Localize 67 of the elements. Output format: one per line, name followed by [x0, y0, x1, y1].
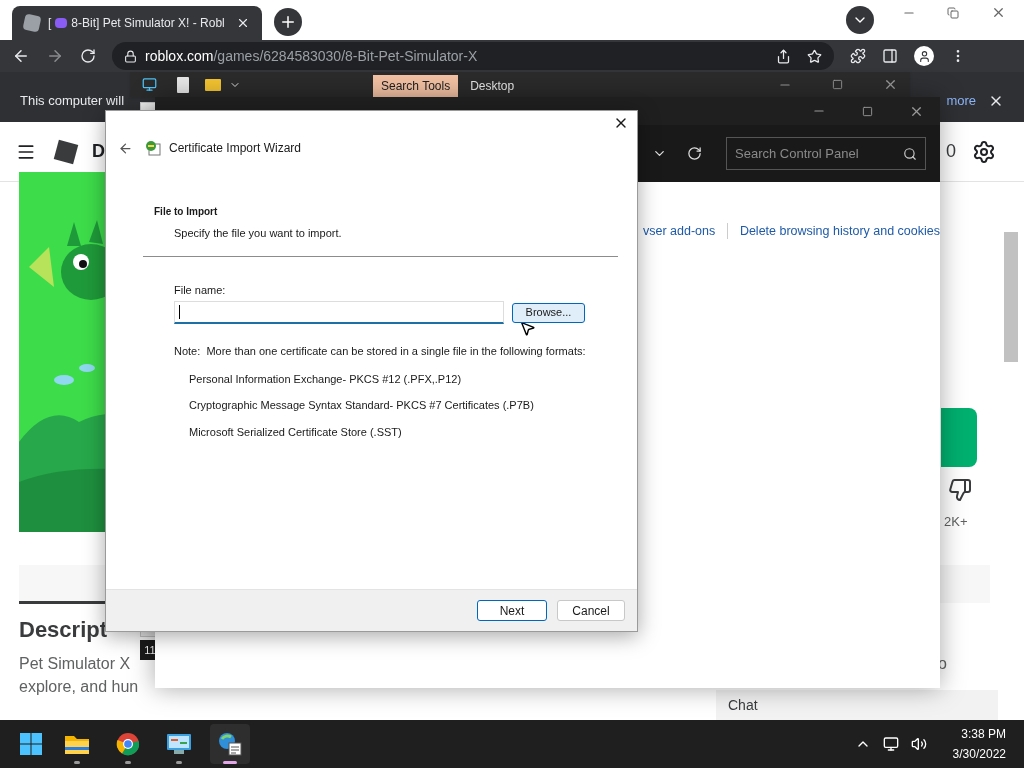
bookmark-icon[interactable]: [807, 48, 822, 64]
maximize-icon[interactable]: [832, 79, 843, 90]
document-icon: [177, 76, 189, 93]
volume-icon[interactable]: [910, 736, 927, 752]
dialog-button[interactable]: Next: [477, 600, 547, 621]
clock-date: 3/30/2022: [952, 746, 1006, 763]
nav-text: D: [92, 140, 105, 163]
lock-icon: [124, 49, 137, 63]
restore-icon[interactable]: [947, 7, 959, 19]
learn-more-link[interactable]: more: [946, 91, 976, 111]
mouse-cursor-icon: [519, 320, 536, 337]
description-text: explore, and hun: [19, 677, 139, 697]
back-icon[interactable]: [118, 140, 133, 156]
search-field[interactable]: Search Control Panel: [726, 137, 926, 170]
back-icon[interactable]: [12, 47, 30, 65]
folder-icon: [64, 733, 90, 755]
network-icon[interactable]: [882, 736, 899, 752]
search-icon: [903, 146, 917, 161]
address-bar[interactable]: roblox.com/games/6284583030/8-Bit-Pet-Simulator-X: [112, 42, 834, 70]
taskbar-app[interactable]: [210, 724, 250, 764]
dialog-button[interactable]: Cancel: [557, 600, 625, 621]
thumbs-down-icon[interactable]: [948, 478, 972, 502]
folder-icon: [205, 78, 221, 91]
page-icon: [22, 13, 42, 33]
plus-icon: [279, 13, 297, 31]
certificate-icon: [217, 731, 243, 757]
new-tab-button[interactable]: [274, 8, 302, 36]
description-text: Pet Simulator X: [19, 654, 132, 674]
file-name-field[interactable]: [174, 301, 504, 324]
url-text: roblox.com/games/6284583030/8-Bit-Pet-Simulator-X: [145, 46, 478, 66]
monitor-icon: [142, 77, 157, 92]
format-item: Microsoft Serialized Certificate Store (.SST): [189, 424, 403, 440]
browser-icon: [116, 732, 140, 756]
section-heading: File to Import: [154, 205, 219, 219]
section-subtitle: Specify the file you want to import.: [173, 226, 343, 241]
ribbon-tab[interactable]: Search Tools: [373, 75, 459, 97]
extensions-icon[interactable]: [850, 48, 866, 64]
format-item: Personal Information Exchange- PKCS #12 (.PFX,.P12): [189, 371, 463, 387]
section-heading: Descript: [19, 616, 108, 644]
robux-count: 0: [946, 140, 956, 163]
browser-tab[interactable]: [ 8-Bit] Pet Simulator X! - Robl: [12, 6, 262, 40]
link[interactable]: vser add-ons: [643, 222, 716, 241]
format-item: Cryptographic Message Syntax Standard- PKCS #7 Certificates (.P7B): [189, 398, 535, 413]
dialog-title: Certificate Import Wizard: [169, 140, 302, 157]
infobar-text: This computer will: [20, 92, 125, 111]
link[interactable]: Delete browsing history and cookies: [739, 222, 940, 241]
tab-search-button[interactable]: [846, 6, 874, 34]
dislike-count: 2K+: [944, 513, 968, 531]
chat-bar[interactable]: Chat: [716, 690, 998, 720]
reload-icon[interactable]: [80, 48, 96, 64]
profile-icon[interactable]: [914, 46, 934, 66]
refresh-icon[interactable]: [687, 146, 702, 161]
clock-time: 3:38 PM: [961, 726, 1006, 743]
forward-icon[interactable]: [46, 47, 64, 65]
share-icon[interactable]: [776, 48, 791, 64]
browse-button[interactable]: Browse...: [512, 302, 585, 323]
ribbon-tab[interactable]: Desktop: [458, 75, 527, 97]
maximize-icon[interactable]: [862, 105, 873, 117]
field-label: File name:: [174, 282, 227, 298]
close-icon[interactable]: [236, 16, 250, 30]
control-panel-icon: [166, 733, 192, 755]
tab-title: [ 8-Bit] Pet Simulator X! - Robl: [48, 15, 225, 32]
settings-icon[interactable]: [972, 139, 996, 164]
note-text: Note: More than one certificate can be stored in a single file in the following formats:: [174, 344, 587, 359]
certificate-icon: [145, 140, 161, 156]
side-panel-icon[interactable]: [882, 48, 898, 64]
logo-icon: [53, 139, 79, 164]
